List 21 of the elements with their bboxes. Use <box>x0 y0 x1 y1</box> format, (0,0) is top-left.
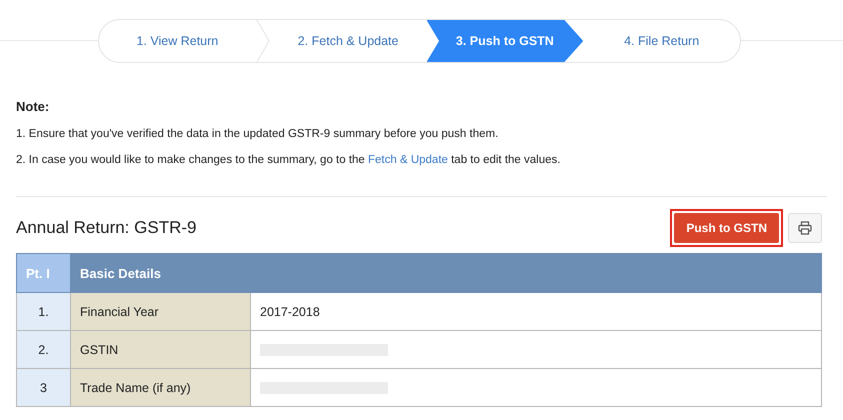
step-tab[interactable]: 1. View Return <box>99 20 256 62</box>
note-text: 2. In case you would like to make changes to the summary, go to the Fetch & Update tab to edit the values. <box>16 154 562 166</box>
print-button[interactable] <box>788 213 822 243</box>
row-number-cell: 1. <box>16 292 70 330</box>
field-label-cell: Trade Name (if any) <box>70 368 250 406</box>
note-title: Note: <box>16 99 50 114</box>
push-button[interactable]: Push to GSTN <box>674 213 779 243</box>
field-label-cell: Financial Year <box>70 292 250 330</box>
return-title: Annual Return: GSTR-9 <box>16 218 196 238</box>
note-text: 1. Ensure that you've verified the data in the updated GSTR-9 summary before you push them. <box>16 128 500 140</box>
fetch-update-link[interactable]: Fetch & Update <box>368 154 448 166</box>
step-tab[interactable]: 4. File Return <box>583 20 740 62</box>
row-number-cell: 3 <box>16 368 70 406</box>
section-title-cell: Basic Details <box>70 254 822 292</box>
field-label-cell: GSTIN <box>70 330 250 368</box>
print-icon <box>798 221 812 235</box>
value-cell: 2017-2018 <box>250 292 822 330</box>
row-number-cell: 2. <box>16 330 70 368</box>
step-tab[interactable]: 2. Fetch & Update <box>270 20 426 62</box>
step-tab[interactable]: 3. Push to GSTN <box>426 20 584 62</box>
part-cell: Pt. I <box>16 254 70 292</box>
